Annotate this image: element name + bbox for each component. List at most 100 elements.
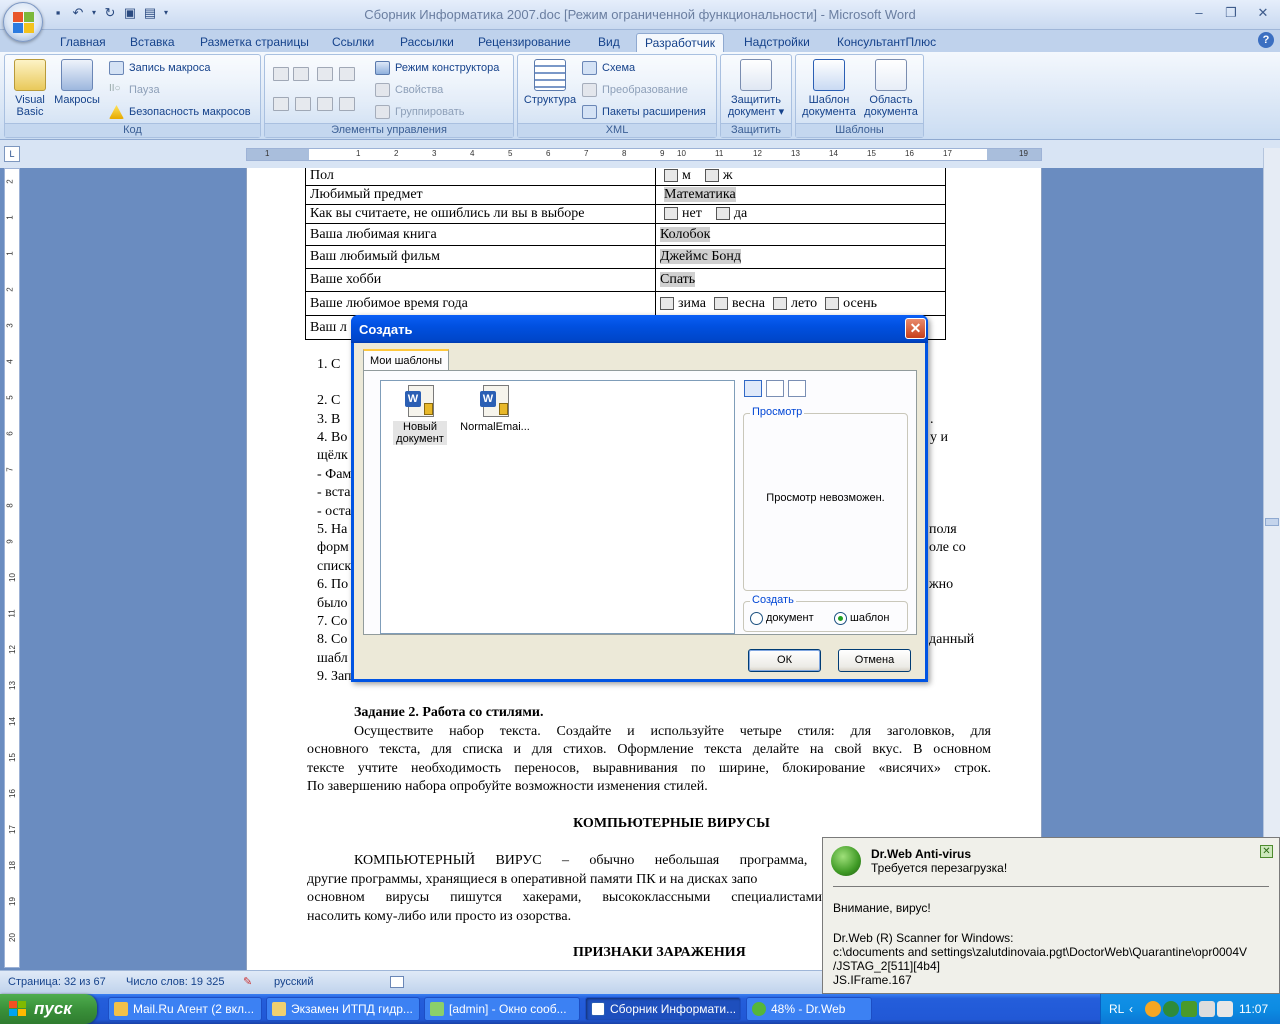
checkbox[interactable] [714,296,728,310]
checkbox[interactable] [773,296,788,310]
legacy-tools-icon[interactable] [339,97,355,111]
schema-button[interactable]: Схема [582,59,635,77]
tab-review[interactable]: Рецензирование [470,33,579,52]
page-count[interactable]: Страница: 32 из 67 [8,976,106,988]
tab-page-layout[interactable]: Разметка страницы [192,33,317,52]
horizontal-ruler[interactable]: 1 1 2 3 4 5 6 7 8 9 10 11 12 13 14 15 16… [246,148,1042,161]
drweb-notification[interactable]: ✕ Dr.Web Anti-virus Требуется перезагруз… [822,837,1280,994]
taskbar-item-admin[interactable]: [admin] - Окно сооб... [424,997,580,1021]
language-indicator[interactable]: RL [1109,1002,1124,1016]
date-picker-icon[interactable] [317,97,333,111]
office-button[interactable] [3,2,43,42]
word-count[interactable]: Число слов: 19 325 [126,976,224,988]
drweb-tray-icon[interactable] [1163,1001,1179,1017]
tab-mailings[interactable]: Рассылки [392,33,462,52]
record-macro-button[interactable]: Запись макроса [109,59,211,77]
notification-warning: Внимание, вирус! [833,901,931,915]
document-panel-button[interactable]: Область документа [860,59,922,118]
notification-close-button[interactable]: ✕ [1260,845,1273,858]
start-button[interactable]: пуск [0,994,97,1024]
properties-button[interactable]: Свойства [375,81,443,99]
maximize-button[interactable]: ❐ [1220,4,1242,22]
list-view-icon[interactable] [766,380,784,397]
group-button[interactable]: Группировать [375,103,465,121]
help-icon[interactable]: ? [1258,32,1274,48]
template-new-document[interactable]: W Новый документ [382,385,458,445]
details-view-icon[interactable] [788,380,806,397]
text-fragment: данный [929,632,975,647]
taskbar-item-word[interactable]: Сборник Информати... [585,997,741,1021]
document-template-button[interactable]: Шаблон документа [798,59,860,118]
ok-button[interactable]: ОК [748,649,821,672]
folder-icon [272,1002,286,1016]
building-block-icon[interactable] [339,67,355,81]
cancel-button[interactable]: Отмена [838,649,911,672]
visual-basic-button[interactable]: Visual Basic [9,59,51,118]
radio-document[interactable]: документ [750,612,814,625]
dropdown-list-icon[interactable] [295,97,311,111]
form-field[interactable]: Джеймс Бонд [660,249,741,264]
paragraph-line: основного текста, для списка и для стихо… [307,742,991,757]
tab-addins[interactable]: Надстройки [736,33,818,52]
large-icons-view-icon[interactable] [744,380,762,397]
template-normalemail[interactable]: W NormalEmai... [457,385,533,433]
system-tray: RL ‹ 11:07 [1100,994,1280,1024]
structure-button[interactable]: Структура [522,59,578,106]
network-icon[interactable] [1217,1001,1233,1017]
radio-template[interactable]: шаблон [834,612,889,625]
tab-insert[interactable]: Вставка [122,33,183,52]
spider-icon[interactable] [1181,1001,1197,1017]
minimize-button[interactable]: – [1188,4,1210,22]
volume-icon[interactable] [1199,1001,1215,1017]
taskbar-item-exam[interactable]: Экзамен ИТПД гидр... [266,997,420,1021]
macro-security-button[interactable]: Безопасность макросов [109,103,251,121]
drweb-icon [752,1002,766,1016]
list-item: 8. Со [317,632,348,647]
tab-my-templates[interactable]: Мои шаблоны [363,349,449,371]
checkbox[interactable] [825,296,840,310]
form-field[interactable]: Колобок [660,226,711,242]
tab-developer[interactable]: Разработчик [636,33,724,52]
expansion-packs-button[interactable]: Пакеты расширения [582,103,706,121]
combo-box-icon[interactable] [273,97,289,111]
design-mode-button[interactable]: Режим конструктора [375,59,499,77]
dialog-title-bar[interactable]: Создать ✕ [351,315,928,343]
language[interactable]: русский [274,976,313,988]
picture-control-icon[interactable] [317,67,333,81]
list-item: 2. С [317,393,341,408]
form-field[interactable]: Математика [664,187,736,202]
protect-document-button[interactable]: Защитить документ ▾ [723,59,789,118]
checkbox[interactable] [704,169,719,183]
clock: 11:07 [1239,1002,1269,1016]
taskbar-item-mailru[interactable]: Mail.Ru Агент (2 вкл... [108,997,262,1021]
tab-references[interactable]: Ссылки [324,33,382,52]
tray-arrow-icon[interactable]: ‹ [1129,1002,1141,1016]
transform-button[interactable]: Преобразование [582,81,688,99]
tray-icon[interactable] [1145,1001,1161,1017]
scrollbar-thumb[interactable] [1265,518,1279,526]
macros-button[interactable]: Макросы [51,59,103,106]
checkbox[interactable] [715,207,730,221]
ruler-toggle-button[interactable]: L [4,146,20,162]
pause-button[interactable]: II○ Пауза [109,81,160,99]
macros-icon [61,59,93,91]
dialog-close-button[interactable]: ✕ [905,318,926,339]
tab-view[interactable]: Вид [590,33,628,52]
warning-icon [109,105,124,119]
macro-recording-icon[interactable] [390,976,404,988]
tab-home[interactable]: Главная [52,33,114,52]
expansion-packs-icon [582,105,597,119]
template-list[interactable]: W Новый документ W NormalEmai... [380,380,735,634]
notification-line: JS.IFrame.167 [833,973,912,987]
close-button[interactable]: ✕ [1252,4,1274,22]
rich-text-control-icon[interactable] [273,67,289,81]
checkbox[interactable] [664,207,678,221]
vertical-ruler[interactable]: 2 1 1 2 3 4 5 6 7 8 9 10 11 12 13 14 15 … [4,168,20,968]
checkbox[interactable] [664,169,678,183]
tab-consultantplus[interactable]: КонсультантПлюс [829,33,944,52]
text-control-icon[interactable] [293,67,309,81]
form-field[interactable]: Спать [660,272,696,287]
taskbar-item-drweb[interactable]: 48% - Dr.Web [746,997,872,1021]
spelling-icon[interactable]: ✎ [243,975,259,989]
checkbox[interactable] [660,296,674,310]
